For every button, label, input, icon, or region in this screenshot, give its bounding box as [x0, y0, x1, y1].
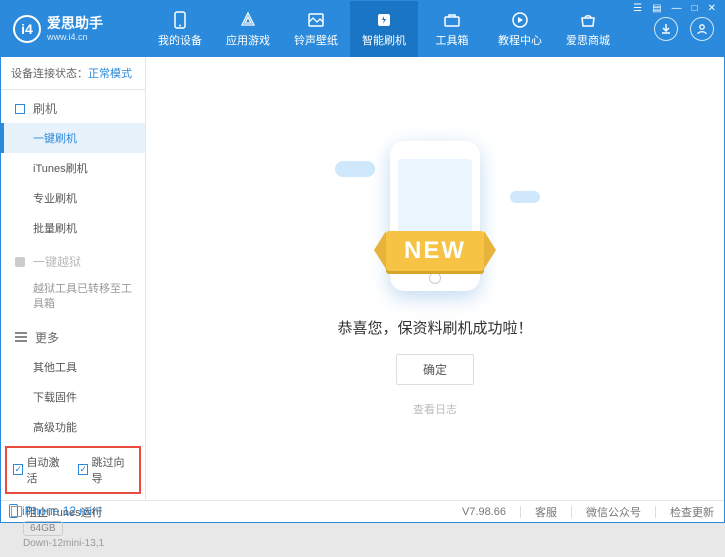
sidebar-item-batch-flash[interactable]: 批量刷机: [1, 213, 145, 243]
user-button[interactable]: [690, 17, 714, 41]
nav-label: 我的设备: [158, 32, 202, 48]
block-itunes-checkbox[interactable]: 阻止iTunes运行: [11, 504, 103, 520]
success-illustration: NEW: [345, 141, 525, 301]
version-label: V7.98.66: [462, 506, 506, 518]
section-flash[interactable]: 刷机: [1, 90, 145, 123]
connection-status: 设备连接状态：正常模式: [1, 57, 145, 90]
logo-icon: i4: [13, 15, 41, 43]
tutorial-icon: [510, 10, 530, 30]
main-content: NEW 恭喜您，保资料刷机成功啦！ 确定 查看日志: [146, 57, 724, 500]
check-update-link[interactable]: 检查更新: [670, 504, 714, 520]
support-link[interactable]: 客服: [535, 504, 557, 520]
checkbox-icon: ✓: [13, 464, 23, 475]
nav-toolbox[interactable]: 工具箱: [418, 1, 486, 57]
flash-section-icon: [15, 104, 25, 114]
close-icon[interactable]: ✕: [706, 3, 718, 14]
device-capacity: 64GB: [23, 521, 63, 536]
nav-label: 应用游戏: [226, 32, 270, 48]
nav-label: 铃声壁纸: [294, 32, 338, 48]
device-model: Down-12mini-13,1: [9, 538, 137, 549]
sidebar-item-oneclick-flash[interactable]: 一键刷机: [1, 123, 145, 153]
logo[interactable]: i4 爱思助手 www.i4.cn: [1, 15, 146, 43]
new-badge: NEW: [386, 231, 484, 271]
sidebar: 设备连接状态：正常模式 刷机 一键刷机 iTunes刷机 专业刷机 批量刷机 一…: [1, 57, 146, 500]
sidebar-item-itunes-flash[interactable]: iTunes刷机: [1, 153, 145, 183]
sidebar-item-other-tools[interactable]: 其他工具: [1, 352, 145, 382]
nav-label: 智能刷机: [362, 32, 406, 48]
checkbox-icon: ✓: [78, 464, 88, 475]
section-more[interactable]: 更多: [1, 319, 145, 352]
checkbox-icon: [11, 506, 22, 517]
nav-label: 工具箱: [436, 32, 469, 48]
wechat-link[interactable]: 微信公众号: [586, 504, 641, 520]
lock-icon: [15, 257, 25, 267]
section-jailbreak: 一键越狱: [1, 243, 145, 276]
header-right: [654, 17, 724, 41]
sidebar-item-advanced[interactable]: 高级功能: [1, 412, 145, 442]
flash-icon: [374, 10, 394, 30]
more-icon: [15, 336, 27, 338]
auto-activate-checkbox[interactable]: ✓ 自动激活: [13, 454, 68, 486]
wallpaper-icon: [306, 10, 326, 30]
nav-my-device[interactable]: 我的设备: [146, 1, 214, 57]
logo-title: 爱思助手: [47, 15, 103, 32]
download-button[interactable]: [654, 17, 678, 41]
nav-tutorial[interactable]: 教程中心: [486, 1, 554, 57]
sidebar-item-pro-flash[interactable]: 专业刷机: [1, 183, 145, 213]
window-controls: ☰ ▤ — □ ✕: [631, 3, 718, 14]
view-log-link[interactable]: 查看日志: [413, 401, 457, 417]
menu-icon[interactable]: ☰: [631, 3, 644, 14]
top-nav: 我的设备 应用游戏 铃声壁纸 智能刷机 工具箱 教程中心: [146, 1, 654, 57]
skin-icon[interactable]: ▤: [650, 3, 663, 14]
nav-store[interactable]: 爱思商城: [554, 1, 622, 57]
logo-subtitle: www.i4.cn: [47, 32, 103, 43]
toolbox-icon: [442, 10, 462, 30]
option-checkboxes: ✓ 自动激活 ✓ 跳过向导: [5, 446, 141, 494]
nav-label: 爱思商城: [566, 32, 610, 48]
maximize-icon[interactable]: □: [690, 3, 700, 14]
skip-guide-checkbox[interactable]: ✓ 跳过向导: [78, 454, 133, 486]
app-window: ☰ ▤ — □ ✕ i4 爱思助手 www.i4.cn 我的设备 应用游戏 铃声: [0, 0, 725, 523]
minimize-icon[interactable]: —: [670, 3, 684, 14]
ok-button[interactable]: 确定: [396, 354, 474, 385]
nav-label: 教程中心: [498, 32, 542, 48]
nav-ringtone[interactable]: 铃声壁纸: [282, 1, 350, 57]
store-icon: [578, 10, 598, 30]
nav-apps[interactable]: 应用游戏: [214, 1, 282, 57]
phone-icon: [170, 10, 190, 30]
sidebar-item-download-firmware[interactable]: 下载固件: [1, 382, 145, 412]
header: i4 爱思助手 www.i4.cn 我的设备 应用游戏 铃声壁纸 智能刷机: [1, 1, 724, 57]
apps-icon: [238, 10, 258, 30]
success-message: 恭喜您，保资料刷机成功啦！: [337, 317, 532, 338]
jailbreak-note: 越狱工具已转移至工具箱: [1, 276, 145, 319]
nav-flash[interactable]: 智能刷机: [350, 1, 418, 57]
